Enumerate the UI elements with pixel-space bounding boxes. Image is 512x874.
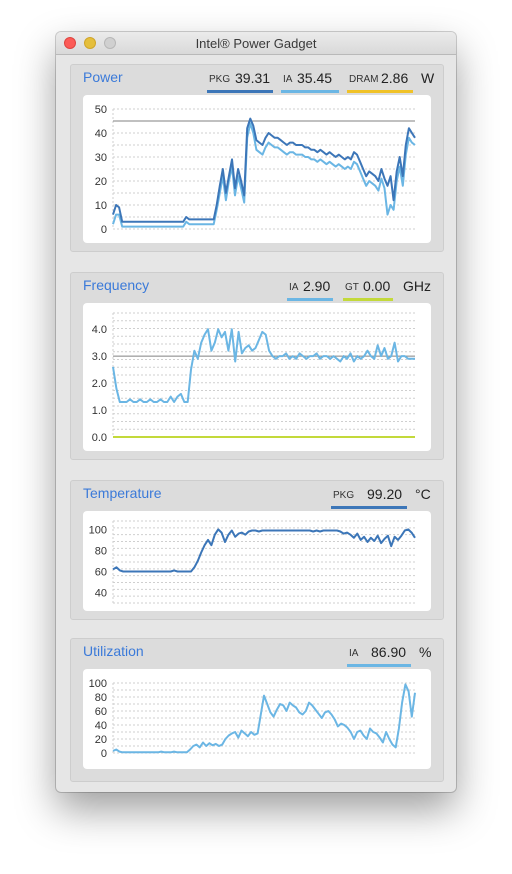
y-tick-label: 0 xyxy=(101,224,107,236)
ia-color-bar xyxy=(281,90,339,93)
y-tick-label: 3.0 xyxy=(92,351,107,363)
dram-color-bar xyxy=(347,90,413,93)
power-title: Power xyxy=(83,69,123,85)
temperature-panel: Temperature PKG 99.20 °C 100 80 60 40 xyxy=(70,480,444,620)
freq-gt-readout: GT 0.00 xyxy=(343,277,393,301)
temp-pkg-label: PKG xyxy=(333,490,355,501)
series-line-ia xyxy=(112,328,415,403)
app-window: Intel® Power Gadget Power PKG 39.31 IA 3… xyxy=(56,32,456,792)
ia-value: 35.45 xyxy=(297,70,333,86)
temperature-title: Temperature xyxy=(83,485,162,501)
y-tick-label: 30 xyxy=(95,152,107,164)
temp-pkg-value: 99.20 xyxy=(367,486,403,502)
y-tick-label: 100 xyxy=(89,678,107,690)
dram-readout: DRAM 2.86 xyxy=(347,69,413,93)
temperature-unit: °C xyxy=(415,486,431,502)
frequency-panel: Frequency IA 2.90 GT 0.00 GHz 4.0 3.0 2.0 1… xyxy=(70,272,444,460)
y-tick-label: 4.0 xyxy=(92,324,107,336)
pkg-readout: PKG 39.31 xyxy=(207,69,273,93)
temp-pkg-readout: PKG 99.20 xyxy=(331,485,407,509)
ia-readout: IA 35.45 xyxy=(281,69,339,93)
temperature-chart: 100 80 60 40 xyxy=(83,511,431,611)
y-tick-label: 80 xyxy=(95,692,107,704)
frequency-title: Frequency xyxy=(83,277,150,293)
y-tick-label: 20 xyxy=(95,734,107,746)
y-tick-label: 50 xyxy=(95,104,107,116)
pkg-label: PKG xyxy=(209,74,231,85)
pkg-color-bar xyxy=(207,90,273,93)
power-panel: Power PKG 39.31 IA 35.45 DRAM 2.86 W 50 4… xyxy=(70,64,444,252)
utilization-chart: 100 80 60 40 20 0 xyxy=(83,669,431,769)
freq-gt-value: 0.00 xyxy=(363,278,391,294)
util-ia-value: 86.90 xyxy=(371,644,407,660)
power-chart: 50 40 30 20 10 0 xyxy=(83,95,431,243)
power-unit: W xyxy=(421,70,435,86)
freq-gt-color-bar xyxy=(343,298,393,301)
utilization-unit: % xyxy=(419,644,432,660)
utilization-title: Utilization xyxy=(83,643,144,659)
utilization-readouts: IA 86.90 % xyxy=(347,643,433,667)
power-readouts: PKG 39.31 IA 35.45 DRAM 2.86 W xyxy=(207,69,435,93)
util-ia-readout: IA 86.90 xyxy=(347,643,411,667)
freq-ia-color-bar xyxy=(287,298,333,301)
frequency-readouts: IA 2.90 GT 0.00 GHz xyxy=(287,277,433,301)
power-chart-svg: 50 40 30 20 10 0 xyxy=(95,104,416,236)
freq-gt-label: GT xyxy=(345,282,359,293)
series-line-pkg xyxy=(112,117,416,223)
window-title: Intel® Power Gadget xyxy=(195,36,317,51)
y-tick-label: 40 xyxy=(95,128,107,140)
dram-value: 2.86 xyxy=(381,70,409,86)
ia-label: IA xyxy=(283,74,293,85)
frequency-chart: 4.0 3.0 2.0 1.0 0.0 xyxy=(83,303,431,451)
y-tick-label: 0 xyxy=(101,748,107,760)
freq-ia-label: IA xyxy=(289,282,299,293)
utilization-chart-svg: 100 80 60 40 20 0 xyxy=(89,678,416,760)
temp-pkg-color-bar xyxy=(331,506,407,509)
y-tick-label: 60 xyxy=(95,566,107,578)
freq-ia-readout: IA 2.90 xyxy=(287,277,333,301)
util-ia-label: IA xyxy=(349,648,359,659)
frequency-unit: GHz xyxy=(403,278,431,294)
frequency-chart-svg: 4.0 3.0 2.0 1.0 0.0 xyxy=(92,312,415,444)
y-tick-label: 10 xyxy=(95,200,107,212)
dram-label: DRAM xyxy=(349,74,379,85)
y-tick-label: 80 xyxy=(95,545,107,557)
utilization-panel: Utilization IA 86.90 % 100 80 60 40 20 0 xyxy=(70,638,444,782)
y-tick-label: 100 xyxy=(89,524,107,536)
y-tick-label: 60 xyxy=(95,706,107,718)
series-line-pkg xyxy=(112,528,416,573)
y-tick-label: 20 xyxy=(95,176,107,188)
temperature-readouts: PKG 99.20 °C xyxy=(331,485,433,509)
y-tick-label: 1.0 xyxy=(92,405,107,417)
title-bar[interactable]: Intel® Power Gadget xyxy=(56,32,456,55)
temperature-chart-svg: 100 80 60 40 xyxy=(89,520,416,604)
y-tick-label: 0.0 xyxy=(92,432,107,444)
y-tick-label: 40 xyxy=(95,587,107,599)
freq-ia-value: 2.90 xyxy=(303,278,331,294)
y-tick-label: 2.0 xyxy=(92,378,107,390)
y-tick-label: 40 xyxy=(95,720,107,732)
pkg-value: 39.31 xyxy=(235,70,271,86)
util-ia-color-bar xyxy=(347,664,411,667)
